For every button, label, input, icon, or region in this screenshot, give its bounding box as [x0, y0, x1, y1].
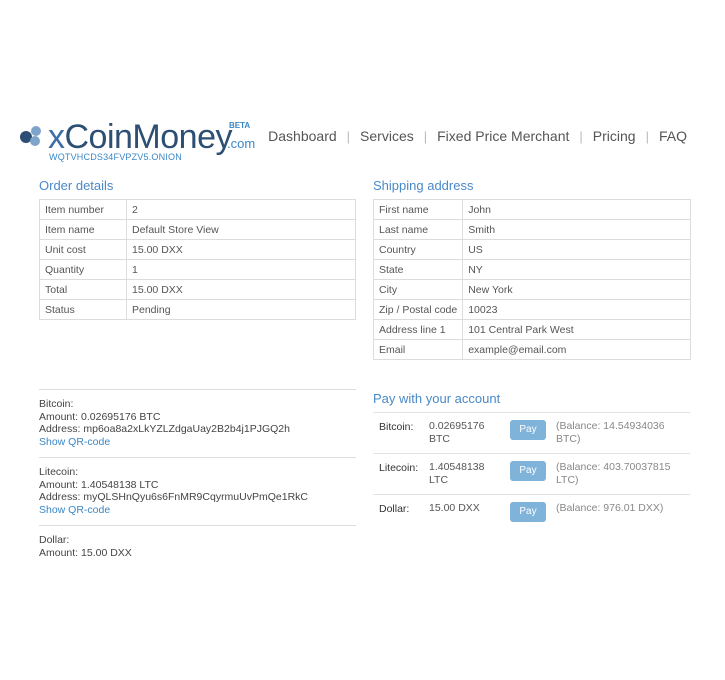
- logo[interactable]: xCoinMoney BETA .com WQTVHCDS34FVPZV5.ON…: [20, 117, 280, 167]
- nav-faq[interactable]: FAQ: [659, 128, 687, 144]
- row-label: Total: [39, 279, 127, 300]
- row-label: State: [372, 259, 464, 280]
- row-label: Item name: [39, 219, 127, 240]
- account-currency: Dollar:: [379, 503, 410, 515]
- row-label: Zip / Postal code: [372, 299, 464, 320]
- nav-separator: |: [579, 128, 583, 144]
- logo-beta-badge: BETA: [229, 121, 251, 130]
- account-balance: (Balance: 14.54934036 BTC): [556, 420, 665, 445]
- logo-com-suffix: .com: [227, 136, 256, 151]
- row-label: Quantity: [39, 259, 127, 280]
- table-row: Quantity 1: [39, 259, 356, 280]
- account-row-dollar: Dollar: 15.00 DXX Pay (Balance: 976.01 D…: [373, 494, 690, 525]
- table-row: Unit cost 15.00 DXX: [39, 239, 356, 260]
- account-balance: (Balance: 403.70037815 LTC): [556, 461, 671, 486]
- row-value: 1: [126, 259, 356, 280]
- nav-dashboard[interactable]: Dashboard: [268, 128, 337, 144]
- pay-button[interactable]: Pay: [510, 502, 546, 522]
- nav-separator: |: [645, 128, 649, 144]
- row-value: 15.00 DXX: [126, 279, 356, 300]
- row-value: Smith: [462, 219, 691, 240]
- row-label: Email: [372, 339, 464, 360]
- account-amount: 0.02695176 BTC: [429, 420, 485, 445]
- table-row: State NY: [372, 259, 691, 280]
- row-label: Unit cost: [39, 239, 127, 260]
- row-value: New York: [462, 279, 691, 300]
- row-label: Item number: [39, 199, 127, 220]
- account-amount: 1.40548138 LTC: [429, 461, 485, 486]
- row-value: example@email.com: [462, 339, 691, 360]
- row-label: First name: [372, 199, 464, 220]
- payment-amount: Amount: 0.02695176 BTC: [39, 410, 161, 423]
- order-details-table: Item number 2 Item name Default Store View…: [39, 199, 356, 320]
- account-currency: Litecoin:: [379, 462, 419, 474]
- table-row: Item name Default Store View: [39, 219, 356, 240]
- main-nav: Dashboard | Services | Fixed Price Merch…: [268, 128, 687, 144]
- payment-currency: Bitcoin:: [39, 398, 74, 410]
- nav-pricing[interactable]: Pricing: [593, 128, 636, 144]
- nav-separator: |: [346, 128, 351, 144]
- row-value: US: [462, 239, 691, 260]
- table-row: First name John: [372, 199, 691, 220]
- row-value: John: [462, 199, 691, 220]
- table-row: Zip / Postal code 10023: [372, 299, 691, 320]
- row-label: City: [372, 279, 464, 300]
- row-value: 15.00 DXX: [126, 239, 356, 260]
- show-qr-code-link[interactable]: Show QR-code: [39, 436, 110, 448]
- nav-separator: |: [423, 128, 428, 144]
- payment-amount: Amount: 15.00 DXX: [39, 546, 132, 559]
- onion-address: WQTVHCDS34FVPZV5.ONION: [49, 152, 182, 162]
- payment-currency: Litecoin:: [39, 466, 79, 478]
- payment-litecoin: Litecoin: Amount: 1.40548138 LTC Address…: [39, 457, 356, 525]
- show-qr-code-link[interactable]: Show QR-code: [39, 504, 110, 516]
- payment-currency: Dollar:: [39, 534, 70, 546]
- row-label: Last name: [372, 219, 464, 240]
- table-row: Country US: [372, 239, 691, 260]
- pay-with-account-list: Bitcoin: 0.02695176 BTC Pay (Balance: 14…: [373, 412, 690, 525]
- row-value: NY: [462, 259, 691, 280]
- payment-address: Address: mp6oa8a2xLkYZLZdgaUay2B2b4j1PJG…: [39, 423, 290, 435]
- account-amount: 15.00 DXX: [429, 502, 480, 514]
- account-currency: Bitcoin:: [379, 421, 414, 433]
- table-row: Address line 1 101 Central Park West: [372, 319, 691, 340]
- row-label: Country: [372, 239, 464, 260]
- row-value: 101 Central Park West: [462, 319, 691, 340]
- row-value: 2: [126, 199, 356, 220]
- payment-bitcoin: Bitcoin: Amount: 0.02695176 BTC Address:…: [39, 389, 356, 457]
- table-row: Item number 2: [39, 199, 356, 220]
- nav-fixed-price-merchant[interactable]: Fixed Price Merchant: [437, 128, 569, 144]
- payment-instructions: Bitcoin: Amount: 0.02695176 BTC Address:…: [39, 389, 356, 568]
- pay-with-account-title: Pay with your account: [373, 391, 501, 406]
- pay-button[interactable]: Pay: [510, 420, 546, 440]
- row-label: Status: [39, 299, 127, 320]
- account-row-litecoin: Litecoin: 1.40548138 LTC Pay (Balance: 4…: [373, 453, 690, 494]
- order-details-title: Order details: [39, 178, 114, 193]
- row-value: Pending: [126, 299, 356, 320]
- account-balance: (Balance: 976.01 DXX): [556, 502, 664, 514]
- payment-amount: Amount: 1.40548138 LTC: [39, 478, 159, 491]
- table-row: Last name Smith: [372, 219, 691, 240]
- table-row: Total 15.00 DXX: [39, 279, 356, 300]
- table-row: Status Pending: [39, 299, 356, 320]
- account-row-bitcoin: Bitcoin: 0.02695176 BTC Pay (Balance: 14…: [373, 412, 690, 453]
- shipping-address-title: Shipping address: [373, 178, 474, 193]
- logo-dots-icon: [20, 123, 48, 153]
- logo-wordmark: xCoinMoney: [48, 118, 232, 156]
- pay-button[interactable]: Pay: [510, 461, 546, 481]
- row-label: Address line 1: [372, 319, 464, 340]
- row-value: 10023: [462, 299, 691, 320]
- payment-address: Address: myQLSHnQyu6s6FnMR9CqyrmuUvPmQe1…: [39, 491, 308, 503]
- shipping-address-table: First name John Last name Smith Country US …: [372, 199, 691, 360]
- payment-dollar: Dollar: Amount: 15.00 DXX: [39, 525, 356, 568]
- row-value: Default Store View: [126, 219, 356, 240]
- table-row: City New York: [372, 279, 691, 300]
- nav-services[interactable]: Services: [360, 128, 414, 144]
- table-row: Email example@email.com: [372, 339, 691, 360]
